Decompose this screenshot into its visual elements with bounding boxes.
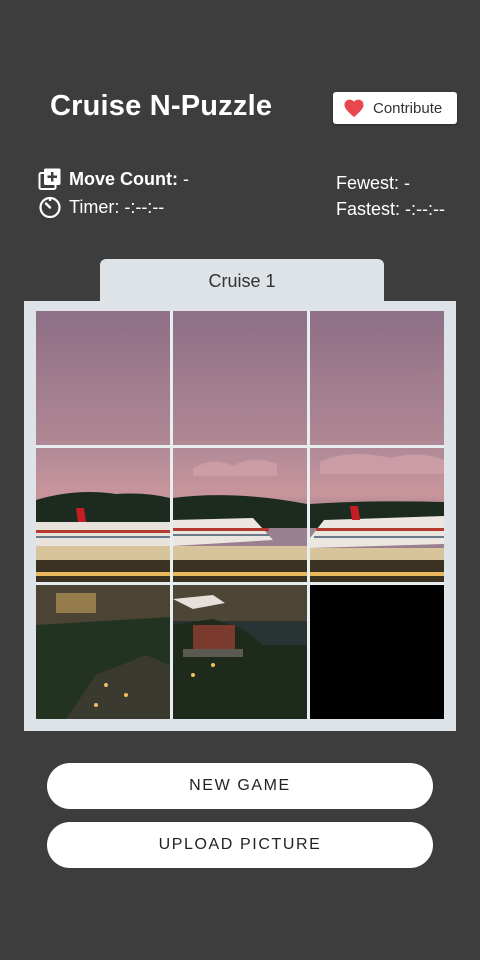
app-title: Cruise N-Puzzle (50, 90, 273, 122)
move-count-value: - (182, 168, 189, 189)
fewest-row: Fewest: - (336, 170, 445, 196)
puzzle-board (36, 311, 444, 719)
contribute-label: Contribute (373, 99, 443, 117)
puzzle-tile-7[interactable] (36, 585, 170, 719)
puzzle-tile-2[interactable] (173, 311, 307, 445)
new-game-button[interactable]: NEW GAME (47, 763, 433, 809)
timer-row: Timer: -:--:-- (37, 193, 189, 221)
heart-icon (344, 99, 364, 118)
upload-picture-button[interactable]: UPLOAD PICTURE (47, 822, 433, 868)
stats-best: Fewest: - Fastest: -:--:-- (336, 170, 445, 222)
move-count-label: Move Count: (69, 168, 178, 189)
stats-current: Move Count: - Timer: -:--:-- (37, 165, 189, 221)
puzzle-board-frame (24, 301, 456, 731)
puzzle-tab-label: Cruise 1 (208, 270, 276, 291)
fastest-row: Fastest: -:--:-- (336, 196, 445, 222)
puzzle-tile-5[interactable] (173, 448, 307, 582)
puzzle-empty-tile (310, 585, 444, 719)
fewest-value: - (404, 173, 411, 193)
timer-icon (37, 194, 63, 220)
puzzle-tile-1[interactable] (36, 311, 170, 445)
app-screen: Cruise N-Puzzle Contribute Move Count: - (0, 0, 480, 960)
puzzle-tile-6[interactable] (310, 448, 444, 582)
fastest-value: -:--:-- (405, 199, 446, 219)
contribute-button[interactable]: Contribute (333, 92, 457, 124)
fewest-label: Fewest: (336, 173, 400, 193)
fastest-label: Fastest: (336, 199, 401, 219)
puzzle-tile-4[interactable] (36, 448, 170, 582)
timer-value: -:--:-- (124, 196, 165, 217)
move-count-row: Move Count: - (37, 165, 189, 193)
puzzle-tab[interactable]: Cruise 1 (100, 259, 384, 303)
puzzle-tile-8[interactable] (173, 585, 307, 719)
puzzle-tile-3[interactable] (310, 311, 444, 445)
add-box-icon (37, 166, 63, 192)
timer-label: Timer: (69, 196, 120, 217)
